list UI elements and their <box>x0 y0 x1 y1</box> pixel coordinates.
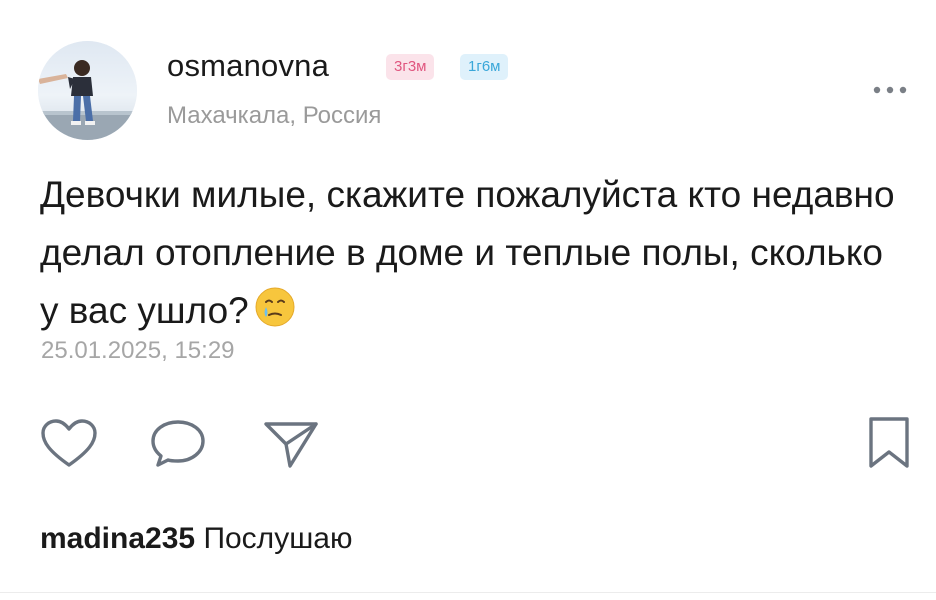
comment-text: Послушаю <box>203 522 353 555</box>
comment-preview[interactable]: madina235 Послушаю <box>40 518 352 560</box>
comment-icon <box>151 420 205 467</box>
post-date: 25.01.2025, 15:29 <box>41 337 235 364</box>
author-username[interactable]: osmanovna <box>167 46 329 86</box>
like-button[interactable] <box>39 418 99 470</box>
bookmark-button[interactable] <box>862 414 916 470</box>
more-icon <box>873 86 907 94</box>
comment-button[interactable] <box>148 418 208 470</box>
post-card: osmanovna 3г3м 1г6м Махачкала, Россия Де… <box>0 0 936 600</box>
author-badge-1: 3г3м <box>386 54 435 80</box>
post-text: Девочки милые, скажите пожалуйста кто не… <box>40 166 910 346</box>
heart-icon <box>41 419 97 467</box>
send-icon <box>264 422 318 468</box>
author-location: Махачкала, Россия <box>167 102 382 129</box>
avatar[interactable] <box>38 41 137 140</box>
post-body: Девочки милые, скажите пожалуйста кто не… <box>40 174 895 331</box>
divider <box>0 592 936 593</box>
more-options-button[interactable] <box>866 78 914 102</box>
comment-author[interactable]: madina235 <box>40 522 195 555</box>
bookmark-icon <box>869 417 909 468</box>
share-button[interactable] <box>262 418 322 470</box>
author-badge-2: 1г6м <box>460 54 509 80</box>
face-holding-back-tears-icon <box>253 285 297 346</box>
